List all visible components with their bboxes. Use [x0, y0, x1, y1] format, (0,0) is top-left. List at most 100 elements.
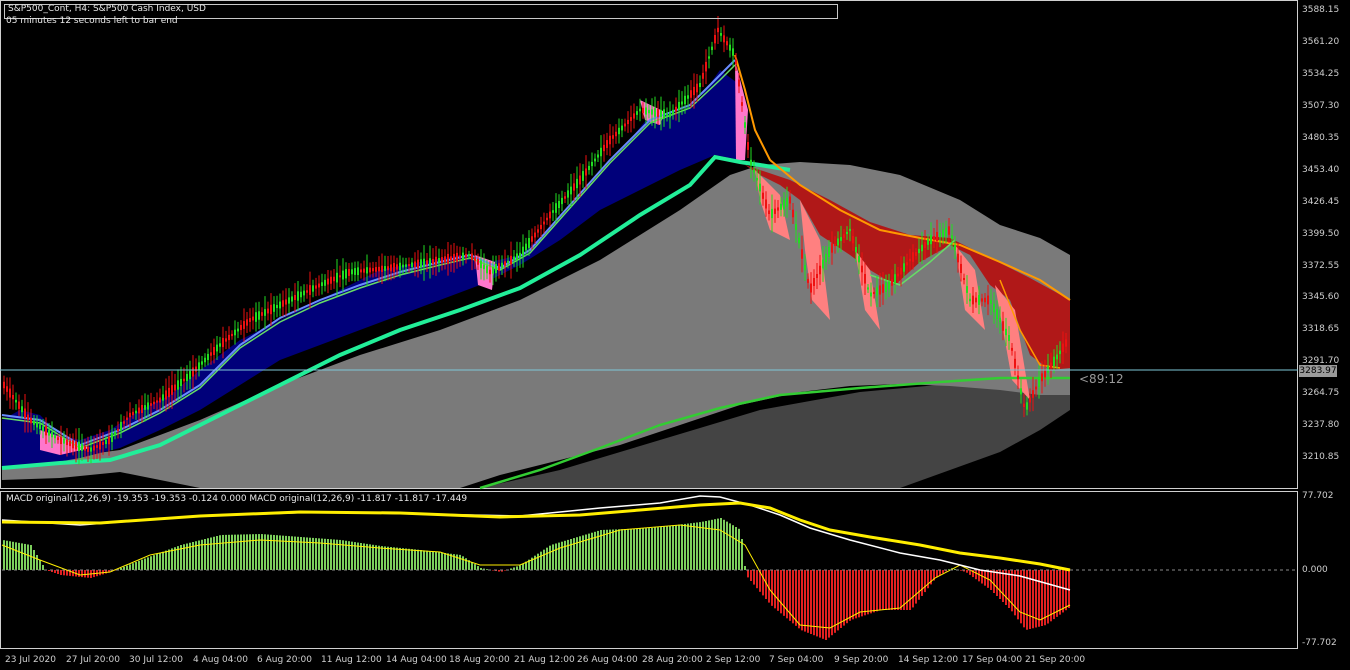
time-label: 2 Sep 12:00 — [706, 655, 761, 665]
candle-body — [786, 197, 788, 207]
macd-bar — [744, 566, 746, 570]
candle-body — [336, 272, 338, 283]
macd-bar — [654, 527, 656, 570]
candle-body — [1056, 354, 1058, 360]
macd-bar — [549, 545, 551, 570]
macd-bar — [381, 546, 383, 570]
macd-bar — [753, 570, 755, 585]
macd-bar — [1053, 570, 1055, 620]
price-label: 3318.65 — [1302, 324, 1340, 334]
macd-axis-label: 77.702 — [1302, 491, 1334, 501]
candle-body — [747, 142, 749, 150]
candle-body — [1041, 373, 1043, 382]
macd-bar — [414, 549, 416, 570]
macd-bar — [516, 566, 518, 570]
candle-body — [861, 265, 863, 273]
candle-body — [132, 411, 134, 416]
macd-bar — [1014, 570, 1016, 616]
macd-bar — [387, 546, 389, 570]
candle-body — [93, 445, 95, 451]
candle-body — [630, 117, 632, 121]
macd-bar — [774, 570, 776, 609]
candle-body — [174, 384, 176, 391]
macd-bar — [33, 550, 35, 570]
candle-body — [642, 107, 644, 114]
candle-body — [822, 259, 824, 269]
macd-bar — [696, 522, 698, 570]
time-label: 21 Aug 12:00 — [514, 655, 575, 665]
candle-body — [1005, 328, 1007, 336]
macd-bar — [675, 525, 677, 570]
macd-bar — [147, 557, 149, 570]
candle-body — [108, 436, 110, 445]
candle-body — [459, 255, 461, 258]
candle-body — [123, 421, 125, 424]
candle-body — [879, 285, 881, 295]
candle-body — [756, 178, 758, 181]
macd-bar — [399, 547, 401, 570]
candle-body — [33, 420, 35, 425]
candle-body — [447, 253, 449, 264]
candle-body — [462, 252, 464, 260]
macd-bar — [966, 570, 968, 573]
macd-bar — [609, 529, 611, 570]
candle-body — [240, 324, 242, 331]
macd-bar — [369, 544, 371, 570]
bar-countdown: <89:12 — [1079, 372, 1124, 386]
macd-bar — [762, 570, 764, 596]
macd-bar — [249, 534, 251, 570]
candle-body — [942, 229, 944, 238]
candle-body — [909, 258, 911, 262]
candle-body — [423, 258, 425, 268]
candle-body — [744, 122, 746, 128]
candle-body — [939, 233, 941, 237]
candle-body — [267, 308, 269, 314]
macd-bar — [615, 529, 617, 570]
macd-bar — [864, 570, 866, 616]
candle-body — [1026, 402, 1028, 410]
candle-body — [873, 291, 875, 295]
candle-body — [126, 417, 128, 421]
candle-body — [357, 267, 359, 276]
macd-bar — [519, 565, 521, 570]
macd-bar — [813, 570, 815, 636]
candle-body — [12, 394, 14, 400]
chart-canvas[interactable] — [0, 0, 1350, 670]
macd-bar — [798, 570, 800, 629]
candle-body — [765, 199, 767, 209]
macd-bar — [732, 525, 734, 570]
macd-bar — [918, 570, 920, 600]
candle-body — [282, 300, 284, 307]
candle-body — [180, 378, 182, 387]
candle-body — [729, 44, 731, 51]
candle-body — [750, 159, 752, 166]
macd-bar — [603, 529, 605, 570]
candle-body — [171, 385, 173, 395]
candle-body — [597, 154, 599, 158]
candle-body — [903, 263, 905, 272]
candle-body — [687, 95, 689, 99]
macd-bar — [834, 570, 836, 633]
candle-body — [87, 446, 89, 452]
macd-bar — [18, 542, 20, 570]
time-label: 27 Jul 20:00 — [66, 655, 120, 665]
macd-bar — [78, 570, 80, 577]
macd-bar — [624, 529, 626, 570]
candle-body — [867, 287, 869, 290]
candle-body — [339, 275, 341, 278]
macd-bar — [639, 528, 641, 570]
candle-body — [1029, 397, 1031, 403]
macd-bar — [633, 528, 635, 570]
candle-body — [351, 269, 353, 275]
candle-body — [717, 27, 719, 33]
candle-body — [435, 256, 437, 266]
candle-body — [954, 244, 956, 251]
macd-bar — [921, 570, 923, 596]
macd-bar — [444, 553, 446, 570]
price-label: 3372.55 — [1302, 261, 1340, 271]
candle-body — [168, 387, 170, 398]
candle-body — [846, 231, 848, 235]
candle-body — [591, 161, 593, 167]
time-label: 21 Sep 20:00 — [1025, 655, 1086, 665]
candle-body — [498, 263, 500, 271]
